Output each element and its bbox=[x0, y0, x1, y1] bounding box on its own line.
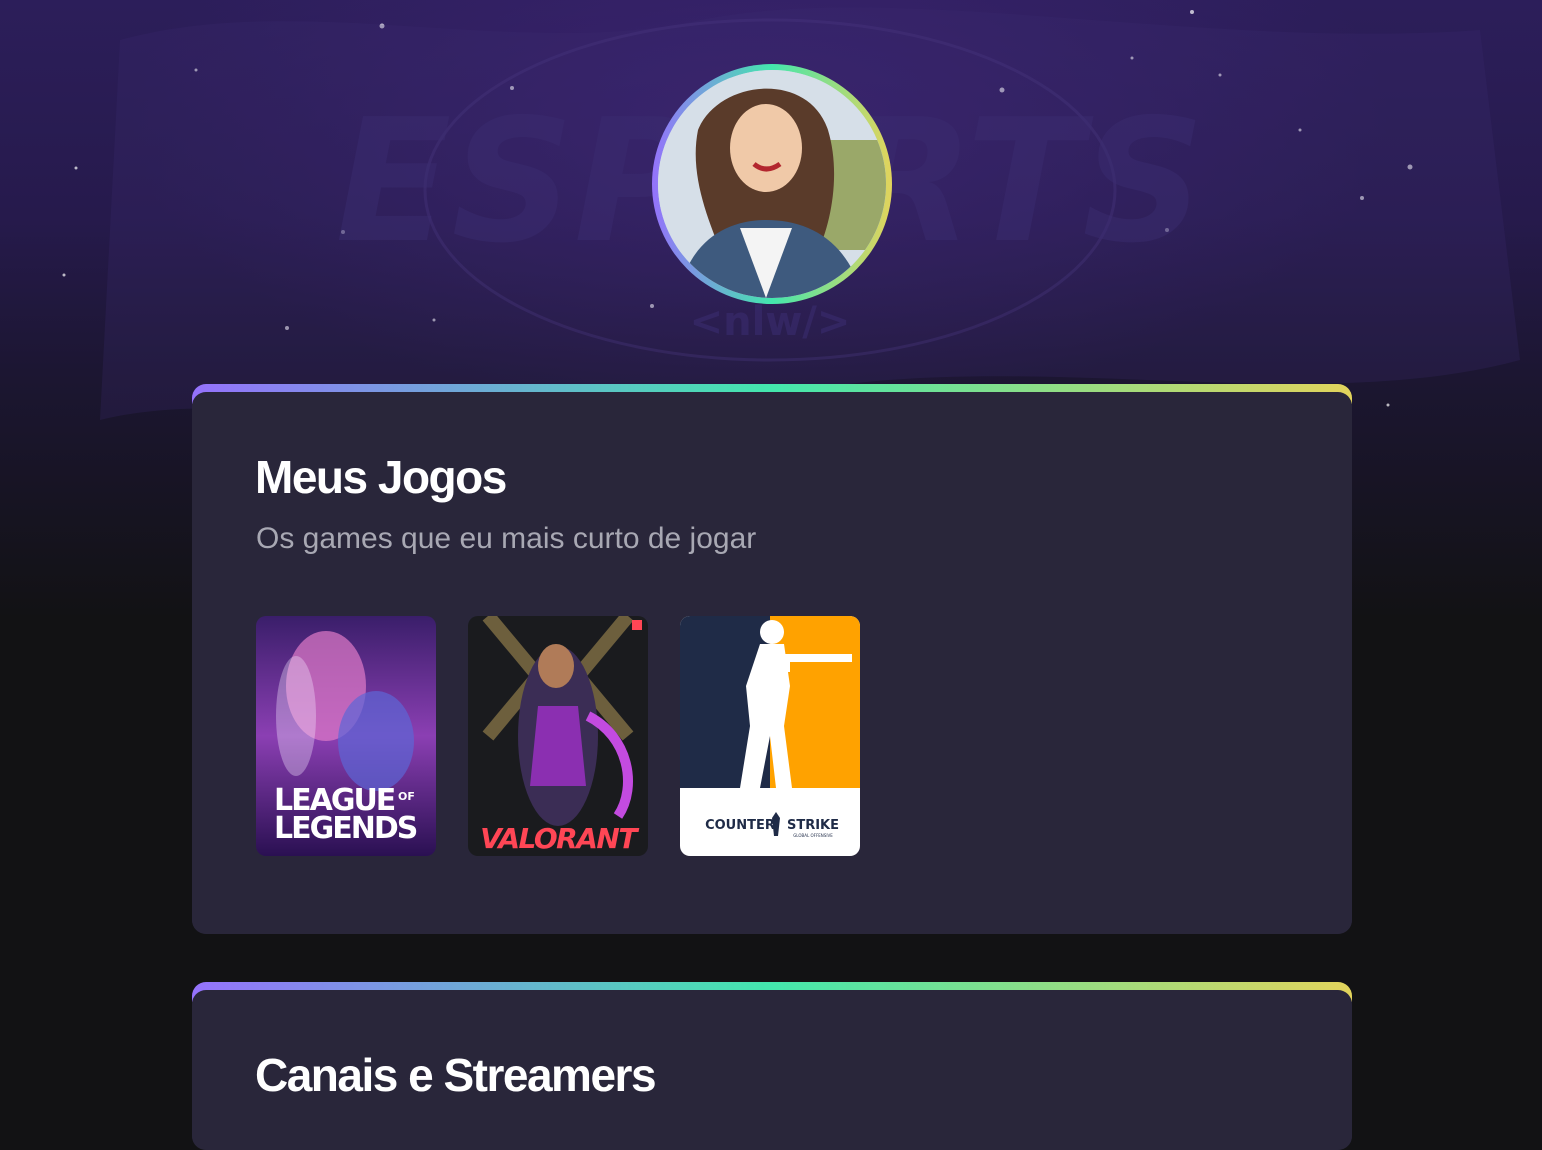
games-title: Meus Jogos bbox=[255, 451, 507, 503]
cs-logo-right: STRIKE bbox=[787, 818, 839, 833]
games-subtitle: Os games que eu mais curto de jogar bbox=[256, 522, 757, 555]
lol-logo-of: OF bbox=[398, 790, 415, 803]
game-card-counter-strike[interactable]: COUNTER STRIKE GLOBAL OFFENSIVE bbox=[680, 616, 860, 856]
avatar bbox=[658, 70, 886, 298]
valorant-logo: VALORANT bbox=[480, 822, 639, 855]
avatar-photo bbox=[658, 70, 886, 298]
lol-logo-line2: LEGENDS bbox=[274, 811, 417, 846]
league-of-legends-cover: LEAGUE OF LEGENDS bbox=[256, 616, 436, 856]
game-card-valorant[interactable]: VALORANT bbox=[468, 616, 648, 856]
games-card: Meus Jogos Os games que eu mais curto de… bbox=[192, 384, 1352, 934]
games-list: LEAGUE OF LEGENDS VALORANT COUNTER STRIK… bbox=[256, 616, 860, 856]
counter-strike-cover: COUNTER STRIKE GLOBAL OFFENSIVE bbox=[680, 616, 860, 856]
avatar-ring bbox=[652, 64, 892, 304]
valorant-cover: VALORANT bbox=[468, 616, 648, 856]
streamers-card-body: Canais e Streamers bbox=[192, 990, 1352, 1150]
cs-logo-sub: GLOBAL OFFENSIVE bbox=[793, 833, 833, 838]
svg-text:<nlw/>: <nlw/> bbox=[690, 299, 851, 345]
game-card-league-of-legends[interactable]: LEAGUE OF LEGENDS bbox=[256, 616, 436, 856]
cs-logo-left: COUNTER bbox=[705, 818, 775, 833]
streamers-title: Canais e Streamers bbox=[255, 1049, 657, 1101]
streamers-card: Canais e Streamers bbox=[192, 982, 1352, 1150]
games-card-body: Meus Jogos Os games que eu mais curto de… bbox=[192, 392, 1352, 934]
